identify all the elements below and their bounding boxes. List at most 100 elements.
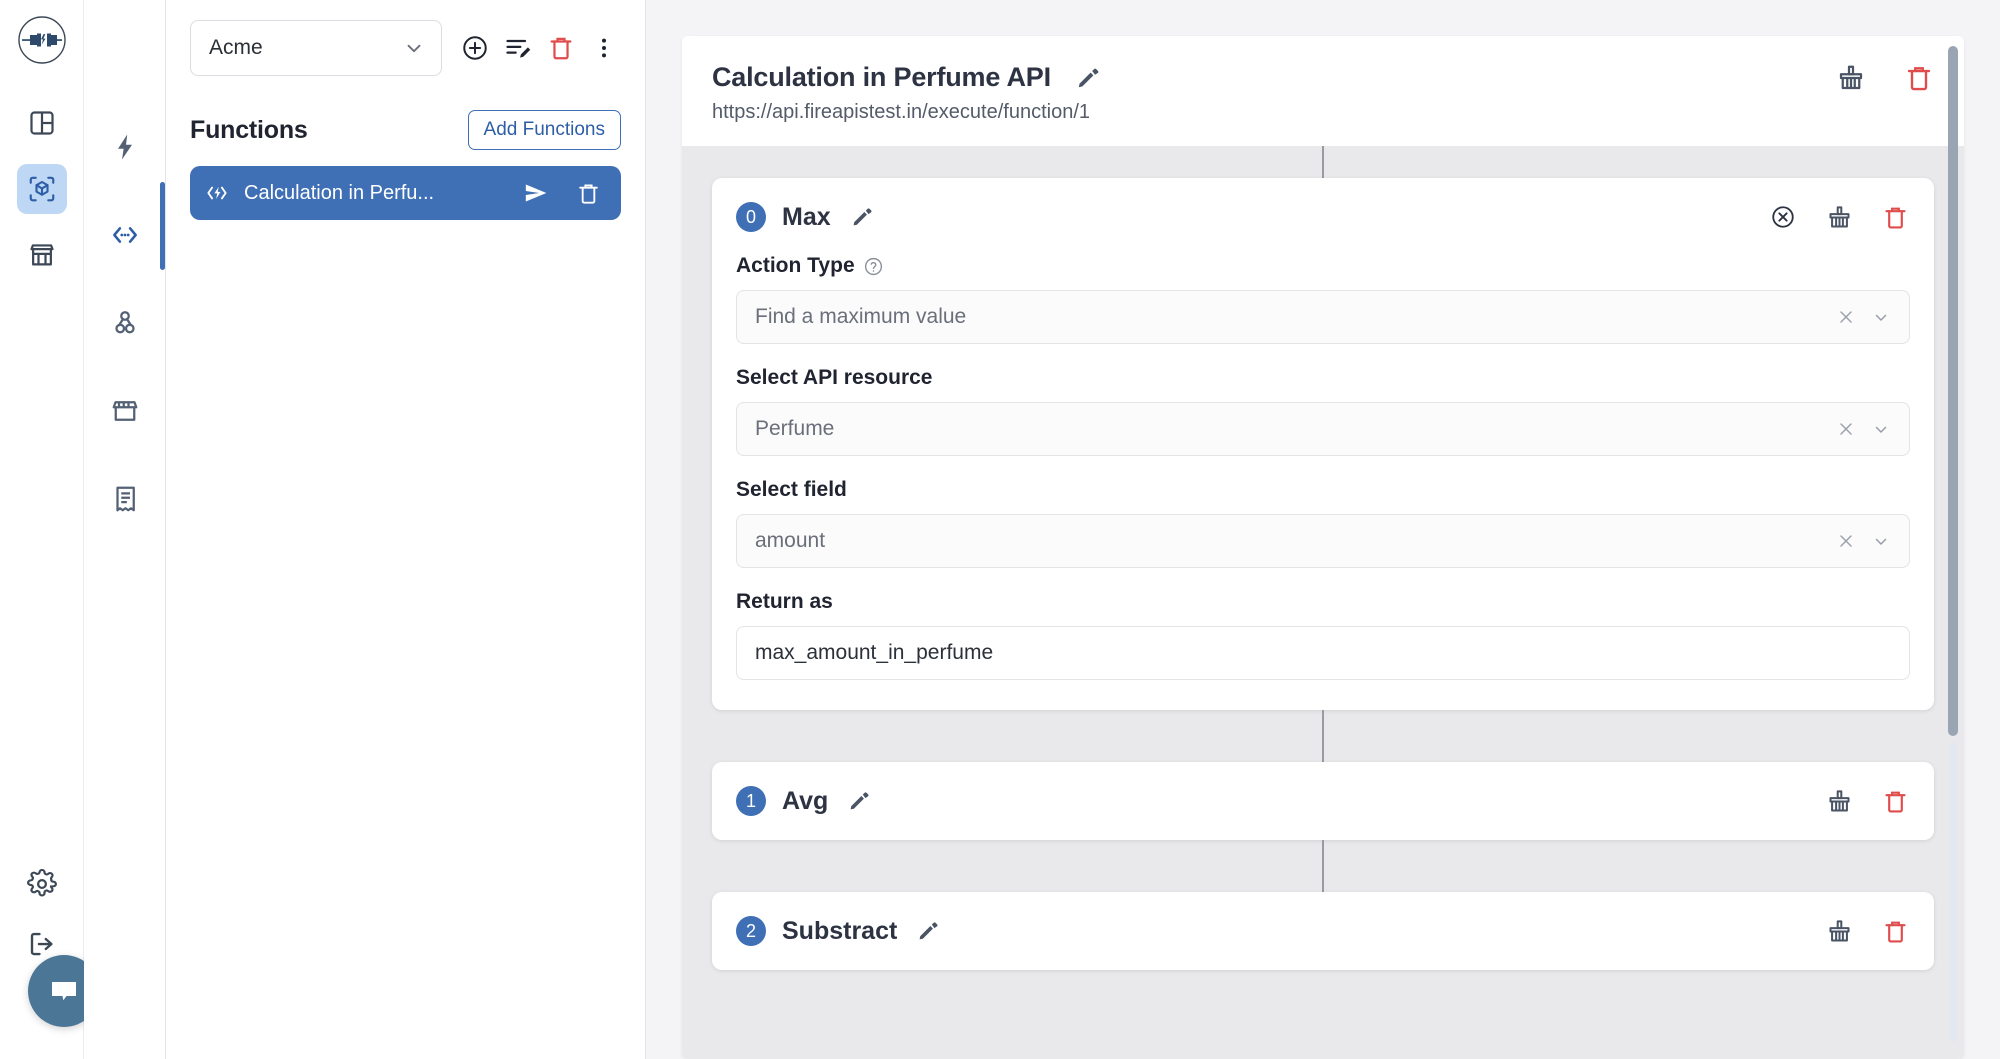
function-header-actions xyxy=(1836,63,1934,93)
lightning-code-icon xyxy=(207,186,227,200)
vertical-scrollbar[interactable] xyxy=(1948,42,1958,1053)
nav-item-functions[interactable] xyxy=(102,212,148,258)
select-controls xyxy=(1835,306,1891,328)
delete-icon[interactable] xyxy=(1880,202,1910,232)
pencil-edit-icon[interactable] xyxy=(1073,63,1103,93)
action-type-value: Find a maximum value xyxy=(755,305,967,328)
primary-nav-items xyxy=(16,98,67,280)
delete-icon[interactable] xyxy=(1880,786,1910,816)
chevron-down-icon[interactable] xyxy=(1871,531,1891,551)
chat-bubble-icon xyxy=(52,982,76,1001)
add-functions-button[interactable]: Add Functions xyxy=(467,110,621,150)
broom-clean-icon[interactable] xyxy=(1824,916,1854,946)
pencil-edit-icon[interactable] xyxy=(844,786,874,816)
edit-list-icon[interactable] xyxy=(503,33,533,63)
scrollbar-thumb[interactable] xyxy=(1948,46,1958,736)
nav-item-webhooks[interactable] xyxy=(102,300,148,346)
app-root: Acme Functions Add Functions Calculation… xyxy=(0,0,2000,1059)
primary-nav-rail xyxy=(0,0,100,1059)
step-title: Avg xyxy=(782,786,829,815)
clear-x-icon[interactable] xyxy=(1835,306,1857,328)
select-controls xyxy=(1835,530,1891,552)
list-item[interactable]: Calculation in Perfu... xyxy=(190,166,621,220)
circle-close-icon[interactable] xyxy=(1768,202,1798,232)
logout-icon[interactable] xyxy=(27,929,57,959)
chevron-down-icon xyxy=(407,44,421,53)
lightning-icon xyxy=(117,134,132,160)
more-vertical-icon[interactable] xyxy=(589,33,619,63)
delete-icon[interactable] xyxy=(573,178,603,208)
chevron-down-icon[interactable] xyxy=(1871,419,1891,439)
field-select[interactable]: amount xyxy=(736,514,1910,568)
list-item-label: Calculation in Perfu... xyxy=(244,181,435,204)
clear-x-icon[interactable] xyxy=(1835,418,1857,440)
nav-item-marketplace[interactable] xyxy=(102,388,148,434)
org-select[interactable]: Acme xyxy=(190,20,442,76)
delete-icon[interactable] xyxy=(546,33,576,63)
org-select-value: Acme xyxy=(209,36,263,59)
field-label-text: Select field xyxy=(736,478,847,501)
gear-icon[interactable] xyxy=(26,869,57,899)
step-header: 0 Max xyxy=(736,202,1910,232)
main-area: Calculation in Perfume API https://api.f… xyxy=(646,0,2000,1059)
step-index-badge: 2 xyxy=(736,916,766,946)
sidebar-item-store[interactable] xyxy=(17,230,67,280)
module-active-indicator xyxy=(160,182,165,270)
step-header: 2 Substract xyxy=(736,916,1910,946)
action-type-select[interactable]: Find a maximum value xyxy=(736,290,1910,344)
connector-line xyxy=(1322,710,1324,762)
pencil-edit-icon[interactable] xyxy=(847,202,877,232)
org-actions xyxy=(460,33,619,63)
field-return-as: Return as max_amount_in_perfume xyxy=(736,590,1910,680)
storefront-icon xyxy=(112,401,137,421)
module-nav-rail xyxy=(84,0,166,1059)
field-action-type: Action Type Find a maximum value xyxy=(736,254,1910,344)
plug-connector-logo xyxy=(14,12,70,68)
clear-x-icon[interactable] xyxy=(1835,530,1857,552)
broom-clean-icon[interactable] xyxy=(1824,786,1854,816)
connector-line xyxy=(1322,840,1324,892)
step-card: 1 Avg xyxy=(712,762,1934,840)
function-title: Calculation in Perfume API xyxy=(712,62,1051,92)
delete-icon[interactable] xyxy=(1880,916,1910,946)
code-brackets-icon xyxy=(112,227,137,243)
api-resource-value: Perfume xyxy=(755,417,835,440)
api-resource-select[interactable]: Perfume xyxy=(736,402,1910,456)
step-card: 2 Substract xyxy=(712,892,1934,970)
step-actions xyxy=(1768,202,1910,232)
receipt-icon xyxy=(115,486,135,512)
sidebar-item-objects[interactable] xyxy=(16,164,67,214)
functions-header: Functions Add Functions xyxy=(190,110,621,150)
functions-panel: Acme Functions Add Functions Calculation… xyxy=(166,0,646,1059)
delete-icon[interactable] xyxy=(1904,63,1934,93)
return-as-input[interactable]: max_amount_in_perfume xyxy=(736,626,1910,680)
select-controls xyxy=(1835,418,1891,440)
function-editor-sheet: Calculation in Perfume API https://api.f… xyxy=(682,36,1964,1059)
nav-item-logs[interactable] xyxy=(102,476,148,522)
field-label: Return as xyxy=(736,590,1910,614)
step-title: Substract xyxy=(782,916,898,945)
send-run-icon[interactable] xyxy=(521,178,551,208)
page-title: Functions xyxy=(190,115,308,144)
field-label-text: Action Type xyxy=(736,254,855,277)
chevron-down-icon[interactable] xyxy=(1871,307,1891,327)
nav-item-triggers[interactable] xyxy=(102,124,148,170)
pencil-edit-icon[interactable] xyxy=(913,916,943,946)
webhook-icon xyxy=(114,311,135,334)
question-circle-icon[interactable] xyxy=(863,255,885,277)
add-circle-icon[interactable] xyxy=(460,33,490,63)
sidebar-item-dashboard[interactable] xyxy=(17,98,67,148)
step-header: 1 Avg xyxy=(736,786,1910,816)
field-api-resource: Select API resource Perfume xyxy=(736,366,1910,456)
scrollbar-track[interactable] xyxy=(1950,742,1957,1042)
step-actions xyxy=(1824,786,1910,816)
primary-nav-bottom xyxy=(0,869,83,959)
step-actions xyxy=(1824,916,1910,946)
field-label: Action Type xyxy=(736,254,1910,278)
step-index-badge: 0 xyxy=(736,202,766,232)
broom-clean-icon[interactable] xyxy=(1836,63,1866,93)
broom-clean-icon[interactable] xyxy=(1824,202,1854,232)
step-index-badge: 1 xyxy=(736,786,766,816)
step-title: Max xyxy=(782,202,831,231)
org-toolbar: Acme xyxy=(190,0,621,76)
